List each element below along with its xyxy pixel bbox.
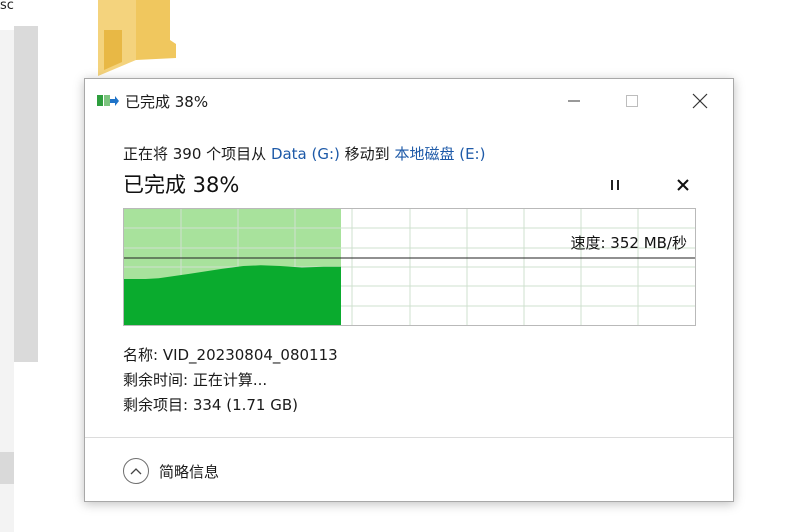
minimize-button[interactable]	[551, 79, 597, 123]
fewer-details-label: 简略信息	[159, 462, 220, 481]
transfer-details: 名称: VID_20230804_080113 剩余时间: 正在计算... 剩余…	[123, 343, 338, 418]
close-button[interactable]	[677, 79, 723, 123]
file-move-dialog: 已完成 38% 正在将 390 个项目从 Data (G:) 移动到 本地磁盘 …	[84, 78, 734, 502]
maximize-icon	[626, 95, 638, 107]
operation-prefix: 正在将 390 个项目从	[123, 145, 271, 163]
folder-icon[interactable]	[92, 0, 178, 80]
maximize-button[interactable]	[609, 79, 655, 123]
time-remaining: 剩余时间: 正在计算...	[123, 371, 268, 389]
operation-description: 正在将 390 个项目从 Data (G:) 移动到 本地磁盘 (E:)	[123, 143, 485, 164]
fewer-details-toggle[interactable]: 简略信息	[123, 457, 219, 485]
window-title: 已完成 38%	[125, 93, 209, 111]
title-bar[interactable]: 已完成 38%	[85, 79, 733, 123]
transfer-speed-graph: 速度: 352 MB/秒	[123, 208, 696, 326]
items-remaining: 剩余项目: 334 (1.71 GB)	[123, 396, 299, 414]
file-move-icon	[97, 95, 119, 106]
footer-divider	[85, 437, 733, 438]
close-icon	[692, 93, 708, 109]
explorer-nav-selected-item[interactable]	[0, 452, 14, 484]
speed-label: 速度: 352 MB/秒	[570, 234, 687, 252]
stop-icon	[677, 179, 689, 191]
operation-middle: 移动到	[339, 145, 395, 163]
progress-heading: 已完成 38%	[123, 173, 240, 197]
source-drive-link[interactable]: Data (G:)	[271, 145, 340, 163]
explorer-scrollbar[interactable]	[14, 26, 38, 362]
pause-button[interactable]	[603, 173, 627, 197]
destination-drive-link[interactable]: 本地磁盘 (E:)	[394, 145, 485, 163]
explorer-partial-text: sc	[0, 0, 14, 13]
file-name: 名称: VID_20230804_080113	[123, 346, 338, 364]
pause-icon	[611, 180, 619, 190]
chevron-up-icon	[123, 458, 149, 484]
cancel-button[interactable]	[671, 173, 695, 197]
minimize-icon	[568, 100, 580, 102]
speed-graph-canvas	[124, 209, 695, 325]
